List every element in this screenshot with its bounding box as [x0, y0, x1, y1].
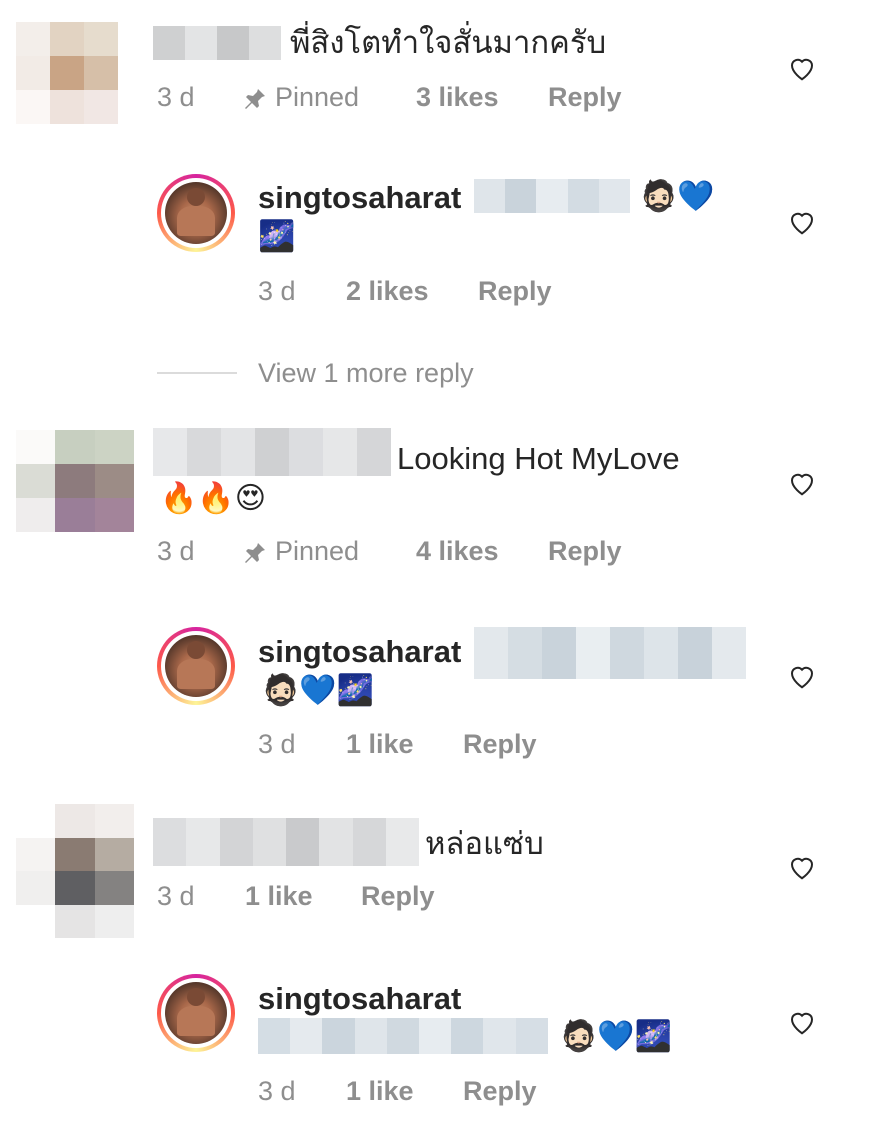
like-heart-icon[interactable]: [787, 468, 817, 498]
commenter-avatar-blurred[interactable]: [16, 22, 118, 124]
reply-likes-count[interactable]: 1 like: [346, 728, 414, 760]
like-heart-icon[interactable]: [787, 661, 817, 691]
reply-emojis-line2: 🌌: [258, 219, 296, 254]
reply-username[interactable]: singtosaharat: [258, 981, 461, 1017]
reply-mention-blurred[interactable]: [474, 179, 630, 213]
reply-avatar[interactable]: [157, 974, 235, 1052]
like-heart-icon[interactable]: [787, 852, 817, 882]
commenter-avatar-blurred[interactable]: [16, 430, 134, 532]
comment-time: 3 d: [157, 881, 195, 911]
reply-avatar-photo: [165, 982, 227, 1044]
reply-button[interactable]: Reply: [361, 880, 435, 912]
comment-time: 3 d: [157, 82, 195, 112]
like-heart-icon[interactable]: [787, 207, 817, 237]
comment-emojis: 🔥🔥😍: [160, 481, 266, 516]
view-more-replies-button[interactable]: View 1 more reply: [258, 357, 474, 389]
reply-reply-button[interactable]: Reply: [463, 1075, 537, 1107]
reply-emojis: 🧔🏻💙: [640, 179, 715, 214]
reply-time: 3 d: [258, 1076, 296, 1106]
view-more-divider: [157, 372, 237, 374]
comment-text: Looking Hot MyLove: [397, 441, 680, 476]
reply-button[interactable]: Reply: [548, 81, 622, 113]
reply-username[interactable]: singtosaharat: [258, 634, 461, 670]
like-heart-icon[interactable]: [787, 1007, 817, 1037]
pinned-label: Pinned: [243, 535, 359, 567]
commenter-username-blurred[interactable]: [153, 818, 419, 866]
reply-time: 3 d: [258, 276, 296, 306]
pin-icon: [245, 88, 265, 109]
reply-mention-blurred[interactable]: [258, 1018, 548, 1054]
reply-emojis: 🧔🏻💙🌌: [560, 1019, 673, 1054]
reply-avatar-photo: [165, 635, 227, 697]
likes-count[interactable]: 3 likes: [416, 81, 499, 113]
comment-time: 3 d: [157, 536, 195, 566]
pinned-label: Pinned: [243, 81, 359, 113]
pin-icon: [245, 542, 265, 563]
like-heart-icon[interactable]: [787, 53, 817, 83]
reply-emojis: 🧔🏻💙🌌: [262, 673, 375, 708]
commenter-avatar-blurred[interactable]: [16, 804, 134, 938]
comment-text: พี่สิงโตทำใจสั่นมากครับ: [290, 25, 607, 60]
reply-avatar[interactable]: [157, 627, 235, 705]
commenter-username-blurred[interactable]: [153, 428, 391, 476]
reply-time: 3 d: [258, 729, 296, 759]
comment-text: หล่อแซ่บ: [425, 826, 544, 861]
commenter-username-blurred[interactable]: [153, 26, 281, 60]
reply-likes-count[interactable]: 1 like: [346, 1075, 414, 1107]
reply-button[interactable]: Reply: [548, 535, 622, 567]
reply-mention-blurred[interactable]: [474, 627, 746, 679]
likes-count[interactable]: 1 like: [245, 880, 313, 912]
reply-likes-count[interactable]: 2 likes: [346, 275, 429, 307]
reply-avatar-photo: [165, 182, 227, 244]
reply-username[interactable]: singtosaharat: [258, 180, 461, 216]
reply-avatar[interactable]: [157, 174, 235, 252]
reply-reply-button[interactable]: Reply: [463, 728, 537, 760]
likes-count[interactable]: 4 likes: [416, 535, 499, 567]
reply-reply-button[interactable]: Reply: [478, 275, 552, 307]
